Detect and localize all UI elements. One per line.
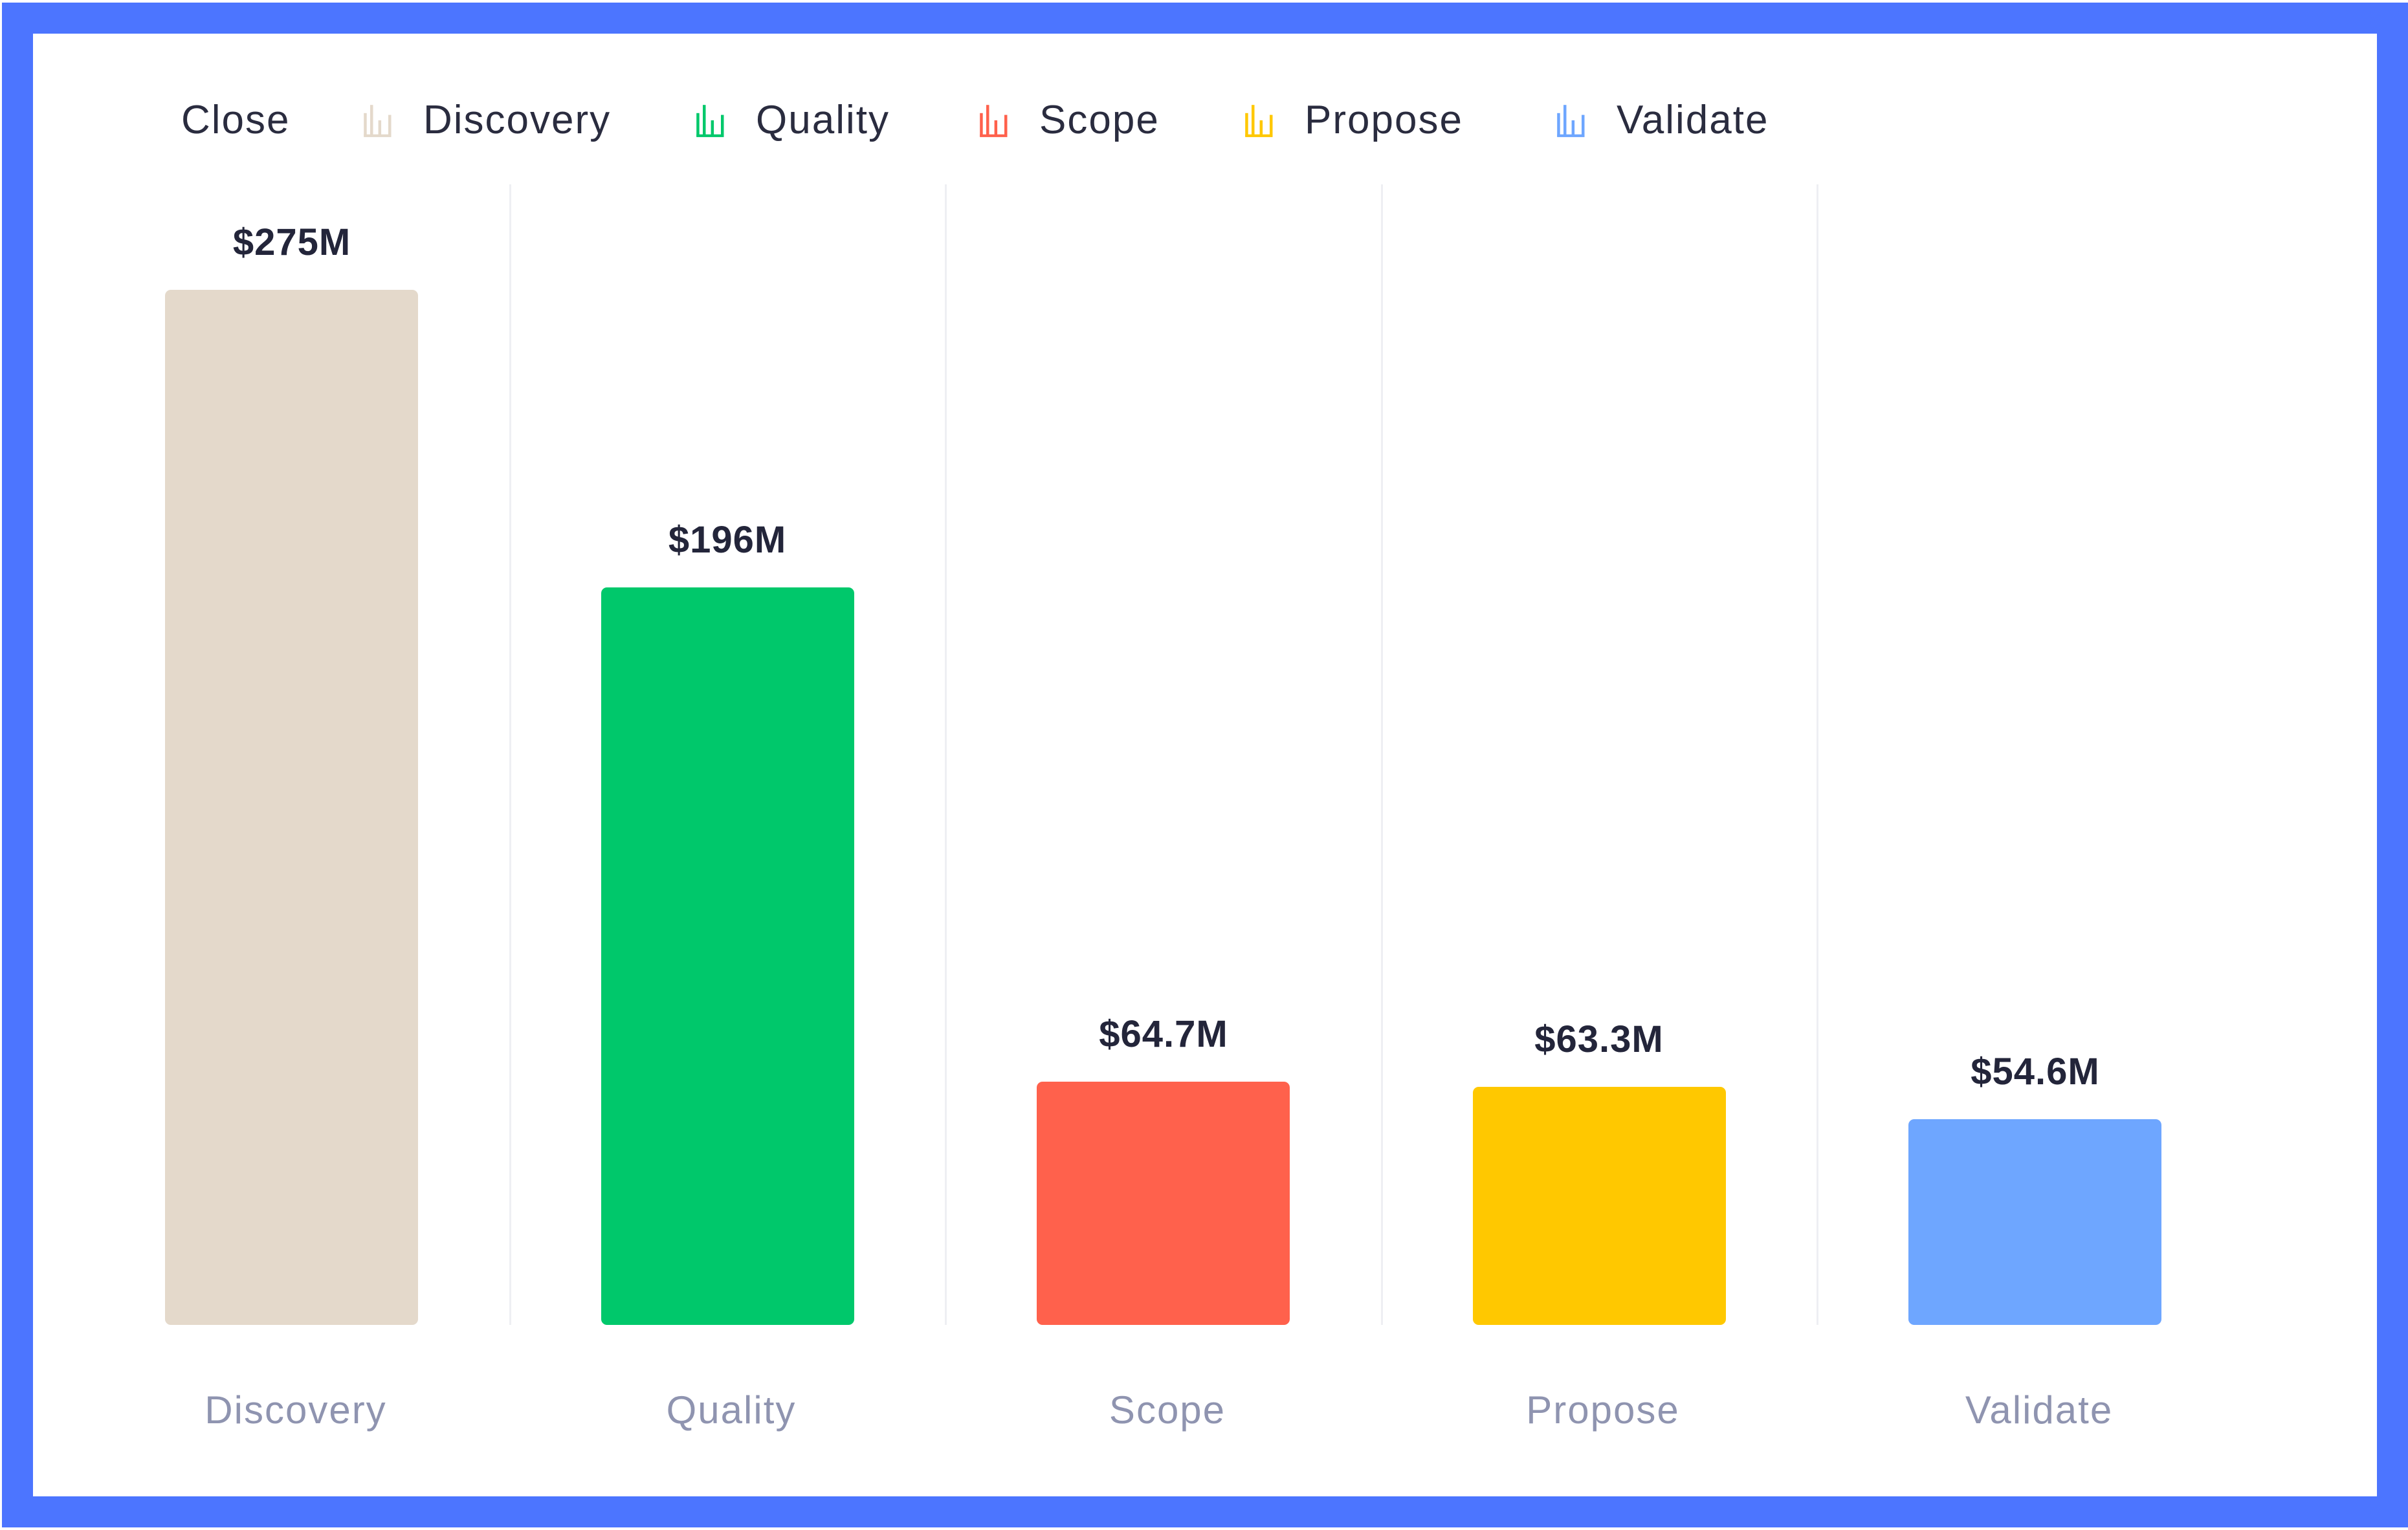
bar-chart-icon	[1554, 102, 1591, 138]
legend-item-quality[interactable]: Quality	[694, 91, 890, 150]
legend-label: Scope	[1039, 98, 1160, 142]
data-label-discovery: $275M	[232, 221, 351, 263]
bar-chart: Close Discovery Quality Scope Propose Va…	[0, 0, 2408, 1530]
legend-item-propose[interactable]: Propose	[1243, 91, 1463, 150]
legend-item-validate[interactable]: Validate	[1554, 91, 1769, 150]
column-divider	[1381, 184, 1383, 1325]
column-divider	[509, 184, 511, 1325]
column-divider	[945, 184, 947, 1325]
bar-chart-icon	[1243, 102, 1279, 138]
x-tick-label-discovery: Discovery	[204, 1388, 387, 1432]
bar-propose[interactable]	[1473, 1087, 1726, 1325]
bar-quality[interactable]	[601, 587, 854, 1325]
legend-label: Quality	[756, 98, 890, 142]
x-tick-label-scope: Scope	[1109, 1388, 1226, 1432]
data-label-validate: $54.6M	[1971, 1051, 2100, 1093]
legend-label: Discovery	[423, 98, 612, 142]
bar-chart-icon	[977, 102, 1013, 138]
x-tick-label-propose: Propose	[1526, 1388, 1680, 1432]
data-label-propose: $63.3M	[1534, 1018, 1664, 1060]
bar-scope[interactable]	[1037, 1082, 1290, 1325]
legend-label: Propose	[1305, 98, 1463, 142]
legend-item-scope[interactable]: Scope	[977, 91, 1160, 150]
data-label-scope: $64.7M	[1099, 1013, 1228, 1055]
column-divider	[1817, 184, 1818, 1325]
bar-discovery[interactable]	[165, 290, 418, 1325]
bar-chart-icon	[361, 102, 397, 138]
bar-validate[interactable]	[1908, 1119, 2161, 1325]
data-label-quality: $196M	[668, 519, 787, 561]
legend-item-close[interactable]: Close	[181, 91, 291, 150]
x-tick-label-validate: Validate	[1965, 1388, 2114, 1432]
legend-label: Validate	[1617, 98, 1769, 142]
legend-item-discovery[interactable]: Discovery	[361, 91, 611, 150]
bar-chart-icon	[694, 102, 730, 138]
legend-label: Close	[181, 98, 291, 142]
x-tick-label-quality: Quality	[666, 1388, 797, 1432]
